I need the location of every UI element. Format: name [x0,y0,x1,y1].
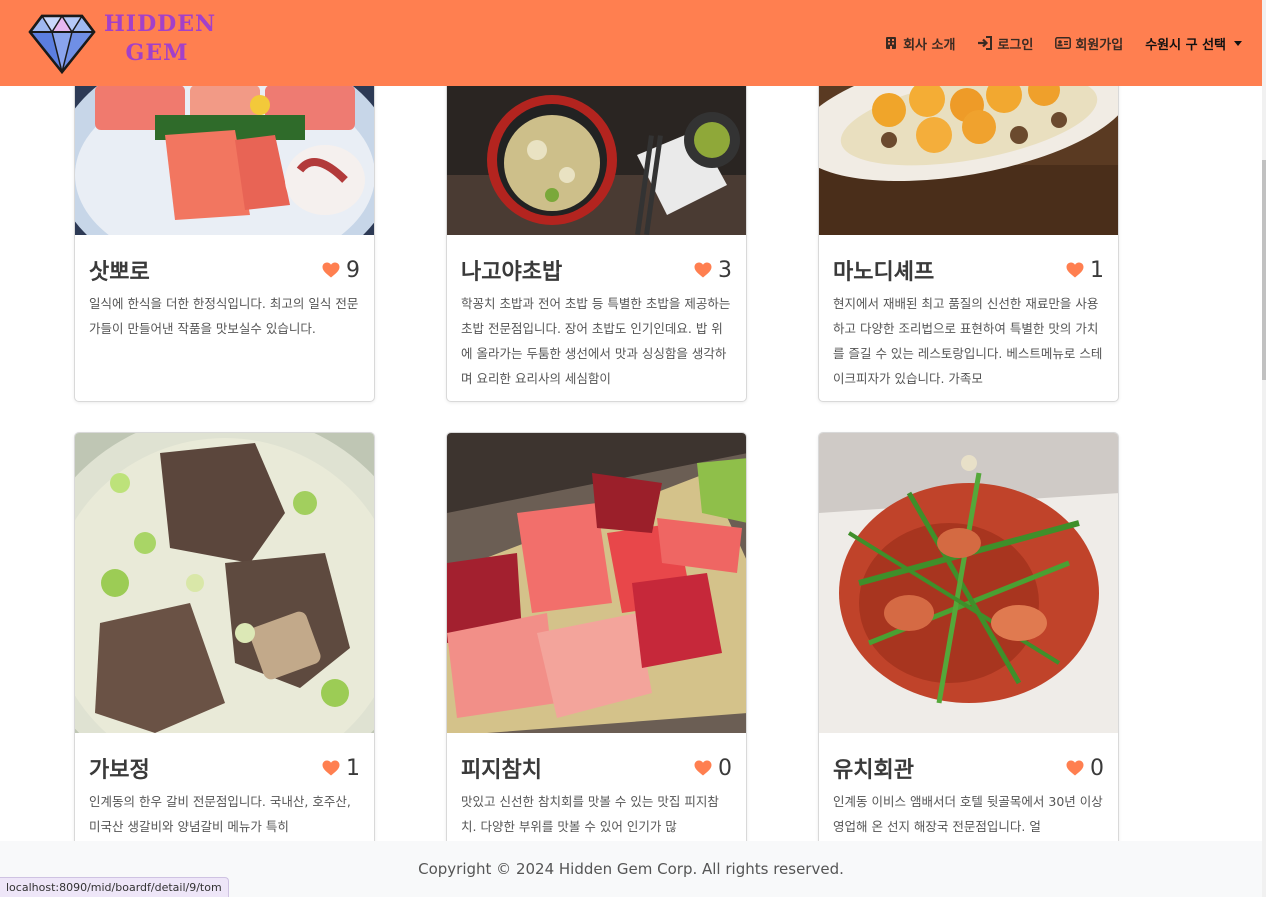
card-body: 마노디셰프 1 현지에서 재배된 최고 품질의 신선한 재료만을 사용하고 다양… [819,235,1118,391]
like-count-value: 9 [346,257,360,283]
district-select-label: 수원시 구 선택 [1145,37,1226,53]
building-icon [883,35,899,51]
restaurant-description: 일식에 한식을 더한 한정식입니다. 최고의 일식 전문가들이 만들어낸 작품을… [89,296,359,336]
caret-down-icon [1234,40,1242,46]
nav-menu: 회사 소개 로그인 회원가입 수원시 구 선택 [883,30,1242,56]
like-count-value: 0 [718,755,732,781]
heart-icon [1066,262,1084,278]
nav-login-link[interactable]: 로그인 [977,34,1033,53]
heart-icon [694,760,712,776]
nav-login-label: 로그인 [997,37,1034,53]
nav-signup-label: 회원가입 [1075,37,1124,53]
nav-signup-link[interactable]: 회원가입 [1055,34,1123,53]
restaurant-card[interactable]: 가보정 1 인계동의 한우 갈비 전문점입니다. 국내산, 호주산, 미국산 생… [74,432,375,852]
nav-about-label: 회사 소개 [903,37,956,53]
restaurant-description: 현지에서 재배된 최고 품질의 신선한 재료만을 사용하고 다양한 조리법으로 … [833,296,1103,386]
copyright-text: Copyright © 2024 Hidden Gem Corp. All ri… [418,860,844,878]
like-count[interactable]: 1 [1066,258,1104,283]
nav-about-link[interactable]: 회사 소개 [883,34,955,53]
like-count[interactable]: 0 [694,756,732,781]
like-count-value: 1 [346,755,360,781]
restaurant-name[interactable]: 피지참치 [461,752,542,784]
like-count[interactable]: 1 [322,756,360,781]
restaurant-name[interactable]: 가보정 [89,752,150,784]
heart-icon [694,262,712,278]
like-count[interactable]: 9 [322,258,360,283]
brand-line-2: GEM [125,40,189,66]
sign-in-icon [977,35,993,51]
like-count-value: 1 [1090,257,1104,283]
card-body: 나고야초밥 3 학꽁치 초밥과 전어 초밥 등 특별한 초밥을 제공하는 초밥 … [447,235,746,391]
card-body: 삿뽀로 9 일식에 한식을 더한 한정식입니다. 최고의 일식 전문가들이 만들… [75,235,374,391]
district-select-dropdown[interactable]: 수원시 구 선택 [1145,34,1242,53]
diamond-logo-icon[interactable] [28,12,96,75]
restaurant-card[interactable]: 피지참치 0 맛있고 신선한 참치회를 맛볼 수 있는 맛집 피지참치. 다양한… [446,432,747,852]
restaurant-photo[interactable] [819,433,1118,733]
like-count-value: 0 [1090,755,1104,781]
restaurant-name[interactable]: 삿뽀로 [89,254,150,286]
restaurant-card[interactable]: 유치회관 0 인계동 이비스 앰배서더 호텔 뒷골목에서 30년 이상 영업해 … [818,432,1119,852]
restaurant-name[interactable]: 나고야초밥 [461,254,562,286]
heart-icon [1066,760,1084,776]
card-body: 가보정 1 인계동의 한우 갈비 전문점입니다. 국내산, 호주산, 미국산 생… [75,733,374,849]
restaurant-photo[interactable] [75,433,374,733]
brand-line-1: HIDDEN [104,11,217,37]
heart-icon [322,760,340,776]
card-body: 피지참치 0 맛있고 신선한 참치회를 맛볼 수 있는 맛집 피지참치. 다양한… [447,733,746,849]
brand-logo-text[interactable]: HIDDEN GEM [104,10,217,68]
like-count[interactable]: 3 [694,258,732,283]
heart-icon [322,262,340,278]
status-url-tooltip: localhost:8090/mid/boardf/detail/9/tom [0,877,229,897]
restaurant-description: 인계동 이비스 앰배서더 호텔 뒷골목에서 30년 이상 영업해 온 선지 해장… [833,794,1103,834]
vertical-scrollbar[interactable] [1262,0,1266,897]
restaurant-photo[interactable] [447,433,746,733]
restaurant-description: 학꽁치 초밥과 전어 초밥 등 특별한 초밥을 제공하는 초밥 전문점입니다. … [461,296,731,386]
id-card-icon [1055,35,1072,51]
top-navbar: HIDDEN GEM 회사 소개 로그인 회원가입 수원시 구 선택 [0,0,1262,86]
restaurant-name[interactable]: 유치회관 [833,752,914,784]
like-count[interactable]: 0 [1066,756,1104,781]
card-body: 유치회관 0 인계동 이비스 앰배서더 호텔 뒷골목에서 30년 이상 영업해 … [819,733,1118,849]
restaurant-name[interactable]: 마노디셰프 [833,254,934,286]
restaurant-description: 맛있고 신선한 참치회를 맛볼 수 있는 맛집 피지참치. 다양한 부위를 맛볼… [461,794,719,834]
like-count-value: 3 [718,257,732,283]
restaurant-description: 인계동의 한우 갈비 전문점입니다. 국내산, 호주산, 미국산 생갈비와 양념… [89,794,351,834]
scrollbar-thumb[interactable] [1262,160,1266,380]
